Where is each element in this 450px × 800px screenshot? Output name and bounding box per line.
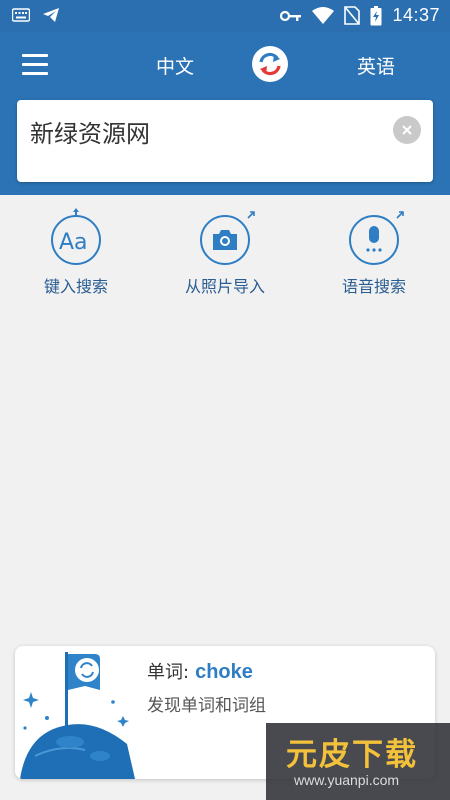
voice-search-button[interactable]: 语音搜索: [304, 206, 444, 297]
keyboard-icon: [12, 8, 30, 22]
arrow-diagonal-icon: [247, 211, 255, 219]
input-methods: Aa 键入搜索 从照片导入 语音搜索: [0, 206, 450, 306]
type-search-button[interactable]: Aa 键入搜索: [6, 206, 146, 297]
site-watermark: 元皮下载 www.yuanpi.com: [266, 723, 450, 800]
type-search-label: 键入搜索: [43, 277, 108, 296]
status-bar: 14:37: [0, 0, 450, 32]
svg-text:Aa: Aa: [59, 230, 88, 253]
word-of-day: choke: [195, 661, 253, 683]
wifi-icon: [312, 6, 335, 24]
camera-icon: [213, 230, 237, 250]
swap-icon: [259, 52, 281, 76]
search-input-card: 新绿资源网: [17, 100, 433, 182]
key-icon: [280, 10, 302, 21]
word-prefix: 单词:: [147, 662, 190, 683]
menu-button[interactable]: [22, 54, 48, 76]
arrow-diagonal-icon: [396, 211, 404, 219]
clear-input-button[interactable]: [393, 116, 421, 144]
word-card-subtitle: 发现单词和词组: [147, 696, 266, 716]
arrow-up-icon: [73, 208, 79, 216]
target-language-button[interactable]: 英语: [348, 52, 404, 79]
photo-import-button[interactable]: 从照片导入: [155, 206, 295, 297]
close-icon: [402, 125, 412, 135]
watermark-url: www.yuanpi.com: [294, 772, 400, 788]
status-clock: 14:37: [392, 5, 440, 25]
photo-import-label: 从照片导入: [184, 277, 265, 296]
source-language-button[interactable]: 中文: [150, 52, 200, 79]
swap-languages-button[interactable]: [252, 46, 288, 82]
voice-search-label: 语音搜索: [341, 277, 406, 296]
word-of-day-title: 单词: choke: [147, 658, 253, 684]
watermark-logo-text: 元皮下载: [286, 737, 418, 773]
telegram-icon: [43, 8, 59, 22]
battery-charging-icon: [370, 5, 382, 25]
text-aa-icon: Aa: [59, 230, 88, 253]
flag-mountain-illustration: [20, 652, 135, 779]
no-sim-icon: [344, 6, 361, 25]
search-input[interactable]: 新绿资源网: [30, 114, 380, 149]
menu-icon: [22, 54, 48, 57]
microphone-icon: [366, 226, 382, 252]
